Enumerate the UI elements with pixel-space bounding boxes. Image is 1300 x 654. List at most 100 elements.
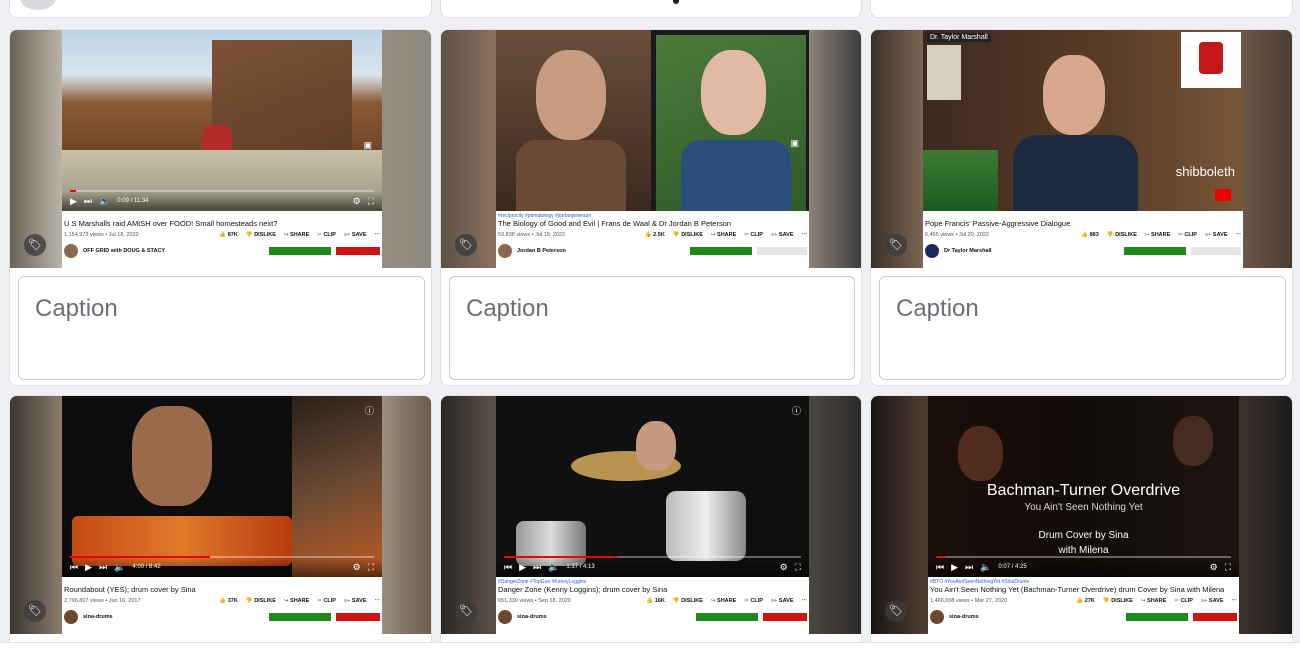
caption-field[interactable]: Caption (879, 276, 1286, 380)
channel-name[interactable]: OFF GRID with DOUG & STACY (83, 248, 165, 254)
settings-icon[interactable]: ⚙ (353, 562, 361, 573)
clip-button[interactable]: ✂ CLIP (1174, 598, 1193, 604)
screenshot-thumbnail[interactable]: ⓘ ⏮ ▶ ⏭ 🔈 1:37 / 4:13 ⚙ ⛶ #DangerZone #T… (441, 396, 861, 634)
more-icon[interactable]: ⋯ (802, 598, 808, 604)
cast-icon[interactable]: ▣ (363, 140, 372, 151)
fullscreen-icon[interactable]: ⛶ (795, 562, 801, 573)
dislike-button[interactable]: 👎 DISLIKE (673, 598, 703, 604)
dislike-button[interactable]: 👎 DISLIKE (246, 232, 276, 238)
more-icon[interactable]: ⋯ (375, 598, 381, 604)
player-controls[interactable]: ▶ ⏭ 🔈 0:09 / 11:34 ⚙ ⛶ (62, 191, 382, 211)
like-button[interactable]: 👍 27K (1076, 598, 1094, 604)
fullscreen-icon[interactable]: ⛶ (1225, 562, 1231, 573)
join-button[interactable] (690, 247, 752, 255)
next-icon[interactable]: ⏭ (84, 196, 92, 207)
save-button[interactable]: ≡+ SAVE (771, 598, 794, 604)
save-button[interactable]: ≡+ SAVE (771, 232, 794, 238)
video-frame[interactable]: ⓘ ⏮ ▶ ⏭ 🔈 1:37 / 4:13 ⚙ ⛶ (496, 396, 809, 577)
more-icon[interactable]: ⋯ (1236, 232, 1242, 238)
settings-icon[interactable]: ⚙ (353, 196, 361, 207)
tag-icon[interactable]: 🏷 (885, 234, 907, 256)
clip-button[interactable]: ✂ CLIP (744, 598, 763, 604)
channel-avatar[interactable] (498, 244, 512, 258)
settings-icon[interactable]: ⚙ (1210, 562, 1218, 573)
save-button[interactable]: ≡+ SAVE (344, 598, 367, 604)
video-frame[interactable]: Bachman-Turner Overdrive You Ain't Seen … (928, 396, 1239, 577)
clip-button[interactable]: ✂ CLIP (317, 232, 336, 238)
screenshot-thumbnail[interactable]: Dr. Taylor Marshall shibboleth Pope Fran… (871, 30, 1292, 268)
more-icon[interactable]: ⋯ (1232, 598, 1238, 604)
save-button[interactable]: ≡+ SAVE (1201, 598, 1224, 604)
subscribe-button[interactable] (763, 613, 807, 621)
channel-name[interactable]: Dr Taylor Marshall (944, 248, 992, 254)
media-card[interactable]: ▣ #reciprocity #primatology #jordanpeter… (440, 29, 862, 386)
more-icon[interactable]: ⋯ (802, 232, 808, 238)
share-button[interactable]: ↪ SHARE (284, 232, 309, 238)
dislike-button[interactable]: 👎 DISLIKE (1107, 232, 1137, 238)
next-icon[interactable]: ⏭ (99, 562, 107, 573)
like-button[interactable]: 👍 2.5K (645, 232, 665, 238)
channel-avatar[interactable] (930, 610, 944, 624)
cast-icon[interactable]: ▣ (790, 138, 799, 149)
dislike-button[interactable]: 👎 DISLIKE (246, 598, 276, 604)
fullscreen-icon[interactable]: ⛶ (368, 196, 374, 207)
subscribe-button[interactable] (1193, 613, 1237, 621)
tag-icon[interactable]: 🏷 (455, 600, 477, 622)
join-button[interactable] (269, 613, 331, 621)
screenshot-thumbnail[interactable]: ⓘ ⏮ ▶ ⏭ 🔈 4:00 / 8:42 ⚙ ⛶ Roundabout (YE… (10, 396, 431, 634)
dislike-button[interactable]: 👎 DISLIKE (673, 232, 703, 238)
dislike-button[interactable]: 👎 DISLIKE (1103, 598, 1133, 604)
channel-avatar[interactable] (925, 244, 939, 258)
tag-icon[interactable]: 🏷 (885, 600, 907, 622)
video-frame[interactable]: ⓘ ⏮ ▶ ⏭ 🔈 4:00 / 8:42 ⚙ ⛶ (62, 396, 382, 577)
channel-avatar[interactable] (64, 244, 78, 258)
play-icon[interactable]: ▶ (951, 562, 958, 573)
join-button[interactable] (1126, 613, 1188, 621)
caption-field[interactable]: Caption (18, 276, 425, 380)
media-card[interactable]: Bachman-Turner Overdrive You Ain't Seen … (870, 395, 1293, 654)
volume-icon[interactable]: 🔈 (980, 562, 991, 573)
channel-name[interactable]: sina-drums (517, 614, 547, 620)
media-card[interactable]: ▣ ▶ ⏭ 🔈 0:09 / 11:34 ⚙ ⛶ U S Marshalls r… (9, 29, 432, 386)
volume-icon[interactable]: 🔈 (114, 562, 125, 573)
info-icon[interactable]: ⓘ (365, 404, 374, 417)
caption-field[interactable]: Caption (449, 276, 855, 380)
channel-name[interactable]: sina-drums (83, 614, 113, 620)
player-controls[interactable]: ⏮ ▶ ⏭ 🔈 0:07 / 4:25 ⚙ ⛶ (928, 557, 1239, 577)
play-icon[interactable]: ▶ (70, 196, 77, 207)
screenshot-thumbnail[interactable]: ▣ ▶ ⏭ 🔈 0:09 / 11:34 ⚙ ⛶ U S Marshalls r… (10, 30, 431, 268)
share-button[interactable]: ↪ SHARE (284, 598, 309, 604)
like-button[interactable]: 👍 16K (646, 598, 664, 604)
volume-icon[interactable]: 🔈 (99, 196, 110, 207)
screenshot-thumbnail[interactable]: ▣ #reciprocity #primatology #jordanpeter… (441, 30, 861, 268)
join-button[interactable] (1124, 247, 1186, 255)
share-button[interactable]: ↪ SHARE (1141, 598, 1166, 604)
screenshot-thumbnail[interactable]: Bachman-Turner Overdrive You Ain't Seen … (871, 396, 1292, 634)
share-button[interactable]: ↪ SHARE (711, 598, 736, 604)
channel-name[interactable]: Jordan B Peterson (517, 248, 566, 254)
tag-icon[interactable]: 🏷 (24, 600, 46, 622)
play-icon[interactable]: ▶ (519, 562, 526, 573)
next-icon[interactable]: ⏭ (533, 562, 541, 573)
clip-button[interactable]: ✂ CLIP (744, 232, 763, 238)
subscribed-button[interactable] (1191, 247, 1241, 255)
previous-icon[interactable]: ⏮ (70, 562, 78, 573)
like-button[interactable]: 👍 883 (1081, 232, 1099, 238)
share-button[interactable]: ↪ SHARE (711, 232, 736, 238)
previous-icon[interactable]: ⏮ (504, 562, 512, 573)
settings-icon[interactable]: ⚙ (780, 562, 788, 573)
media-card[interactable]: ⓘ ⏮ ▶ ⏭ 🔈 1:37 / 4:13 ⚙ ⛶ #DangerZone #T… (440, 395, 862, 654)
clip-button[interactable]: ✂ CLIP (317, 598, 336, 604)
video-frame[interactable]: Dr. Taylor Marshall shibboleth (923, 30, 1243, 211)
channel-avatar[interactable] (498, 610, 512, 624)
like-button[interactable]: 👍 87K (219, 232, 237, 238)
subscribe-button[interactable] (336, 613, 380, 621)
volume-icon[interactable]: 🔈 (548, 562, 559, 573)
share-button[interactable]: ↪ SHARE (1145, 232, 1170, 238)
play-icon[interactable]: ▶ (85, 562, 92, 573)
video-frame[interactable]: ▣ (496, 30, 809, 211)
join-button[interactable] (696, 613, 758, 621)
info-icon[interactable]: ⓘ (792, 404, 801, 417)
like-button[interactable]: 👍 37K (219, 598, 237, 604)
media-card[interactable]: Dr. Taylor Marshall shibboleth Pope Fran… (870, 29, 1293, 386)
